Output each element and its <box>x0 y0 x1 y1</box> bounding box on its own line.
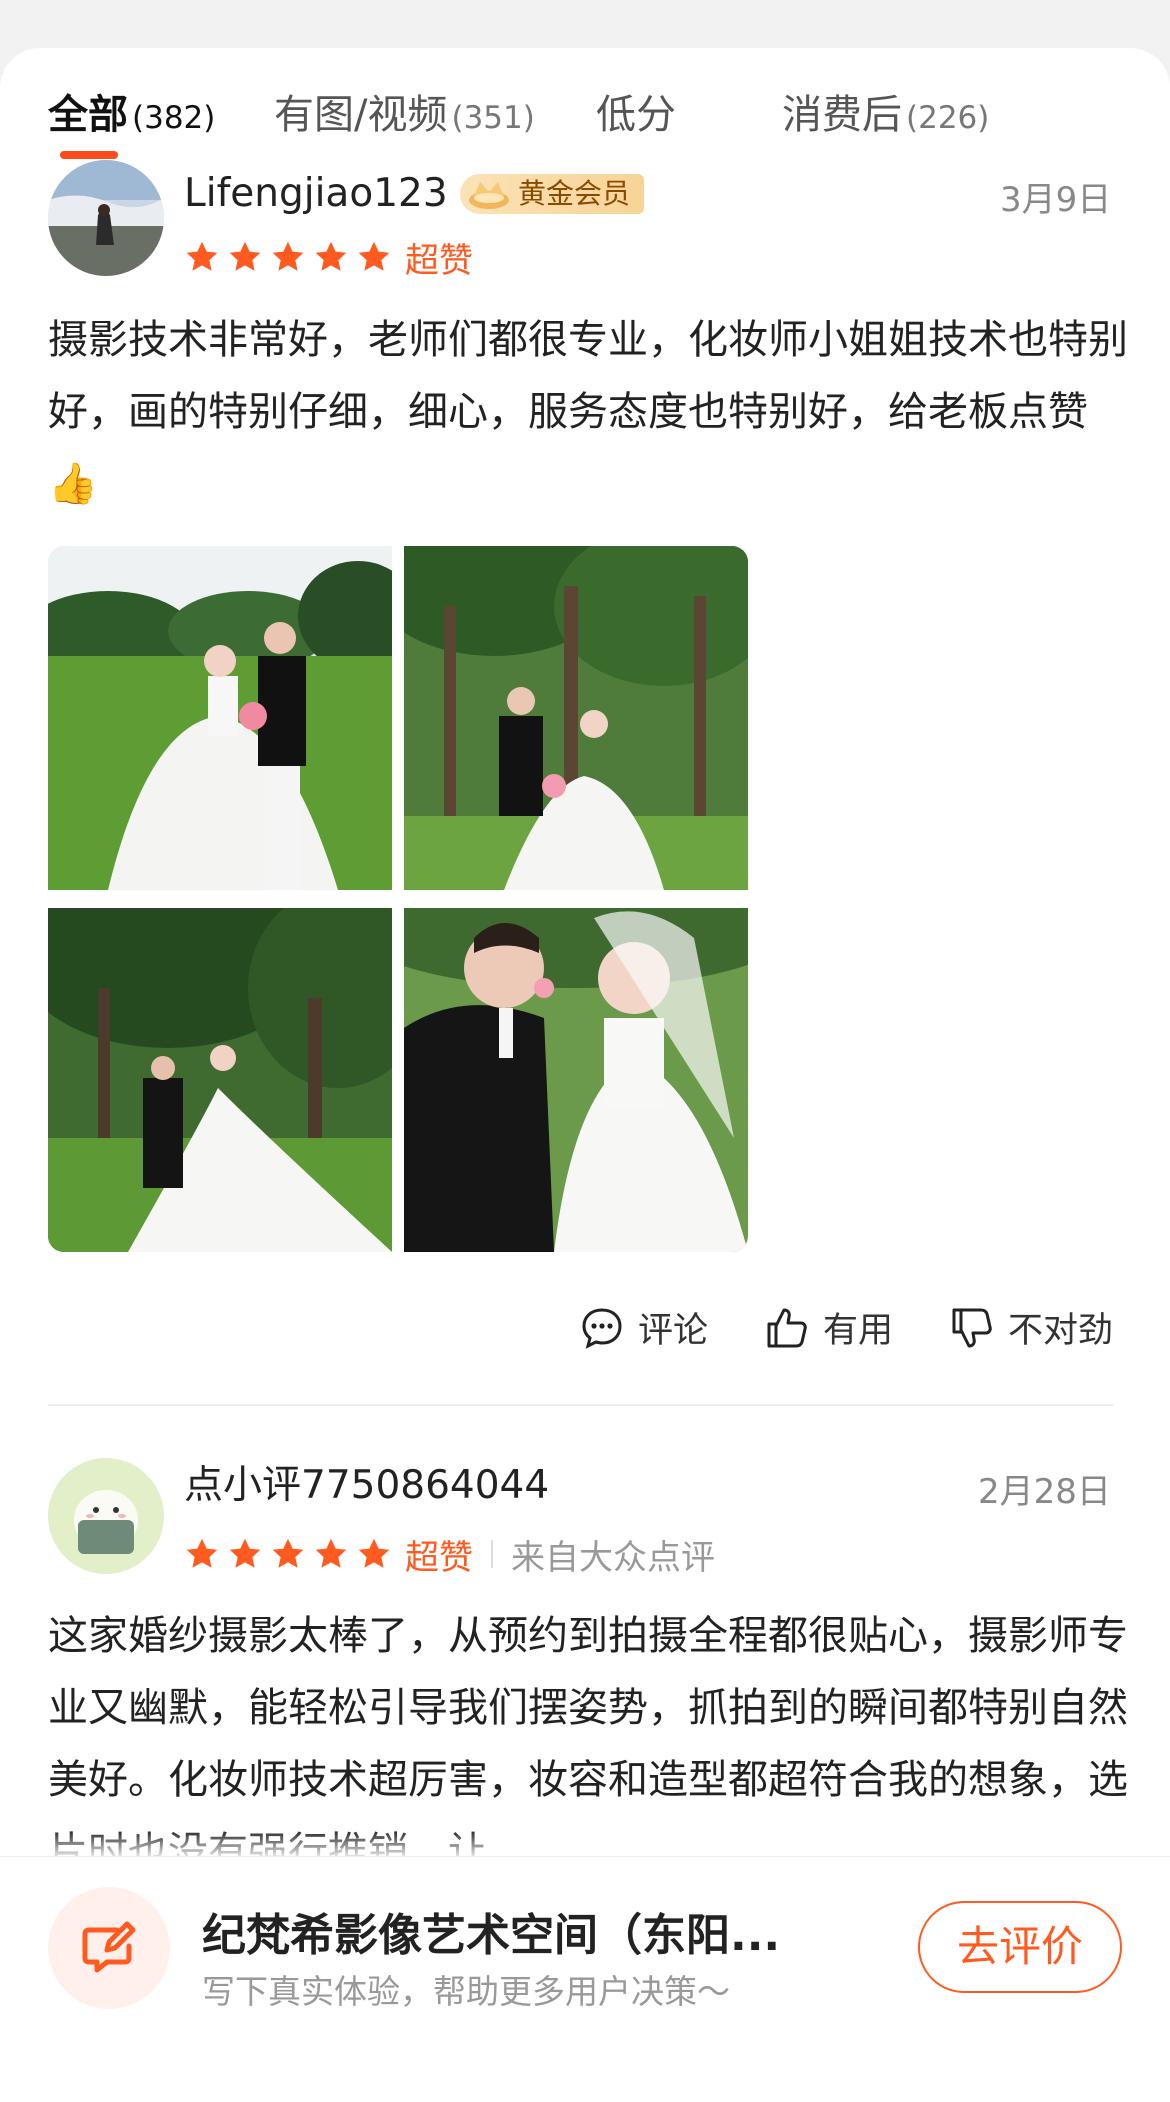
review-date: 2月28日 <box>978 1472 1111 1512</box>
tab-all-label: 全部 <box>48 92 128 138</box>
review-actions: 评论 有用 不对劲 <box>0 1302 1170 1358</box>
tab-after-purchase-count: (226) <box>906 100 990 136</box>
tab-after-purchase-label: 消费后 <box>782 92 902 138</box>
tab-all-count: (382) <box>132 100 216 136</box>
crown-icon <box>469 182 509 209</box>
member-badge: 黄金会员 <box>460 174 645 214</box>
tab-with-media[interactable]: 有图/视频 (351) <box>274 90 535 143</box>
review-date: 3月9日 <box>1000 180 1112 220</box>
wrong-button[interactable]: 不对劲 <box>948 1302 1113 1353</box>
review-text: 这家婚纱摄影太棒了，从预约到拍摄全程都很贴心，摄影师专业又幽默，能轻松引导我们摆… <box>48 1613 1128 1856</box>
useful-label: 有用 <box>823 1311 894 1351</box>
review-photo[interactable] <box>404 546 748 890</box>
review-prompt: 写下真实体验，帮助更多用户决策～ <box>202 1972 730 2011</box>
star-icon <box>272 1538 304 1568</box>
avatar[interactable] <box>48 1458 164 1574</box>
star-icon <box>358 241 390 271</box>
star-icon <box>272 241 304 271</box>
wrong-label: 不对劲 <box>1008 1311 1114 1351</box>
review-photo[interactable] <box>404 908 748 1252</box>
comment-icon <box>582 1307 622 1349</box>
star-icon <box>186 241 218 271</box>
review-photo-grid <box>48 546 748 1256</box>
rating-label: 超赞 <box>405 1537 473 1578</box>
username[interactable]: Lifengjiao123 <box>184 170 448 218</box>
review-divider <box>48 1404 1113 1406</box>
star-icon <box>186 1538 218 1568</box>
source-divider <box>491 1540 493 1568</box>
useful-button[interactable]: 有用 <box>763 1302 893 1353</box>
star-icon <box>315 1538 347 1568</box>
thumbs-down-icon <box>952 1308 992 1347</box>
avatar[interactable] <box>48 160 164 276</box>
review-body[interactable]: 这家婚纱摄影太棒了，从预约到拍摄全程都很贴心，摄影师专业又幽默，能轻松引导我们摆… <box>48 1600 1128 1856</box>
edit-review-icon[interactable] <box>48 1887 170 2009</box>
review-body[interactable]: 摄影技术非常好，老师们都很专业，化妆师小姐姐技术也特别好，画的特别仔细，细心，服… <box>48 304 1128 520</box>
write-review-button[interactable]: 去评价 <box>918 1901 1122 1993</box>
star-rating: 超赞 来自大众点评 <box>184 1534 715 1578</box>
shop-name: 纪梵希影像艺术空间（东阳... <box>202 1910 781 1961</box>
review-photo[interactable] <box>48 546 392 890</box>
review-source: 来自大众点评 <box>511 1537 715 1578</box>
write-review-bar: 纪梵希影像艺术空间（东阳... 写下真实体验，帮助更多用户决策～ 去评价 <box>0 1856 1170 2102</box>
star-icon <box>358 1538 390 1568</box>
tab-low-score-label: 低分 <box>596 92 676 138</box>
tab-with-media-count: (351) <box>451 100 535 136</box>
review-photo[interactable] <box>48 908 392 1252</box>
thumbs-up-icon <box>767 1308 807 1347</box>
star-icon <box>315 241 347 271</box>
thumbs-up-emoji: 👍 <box>48 461 98 507</box>
tab-all[interactable]: 全部 (382) <box>48 90 215 143</box>
review-text: 摄影技术非常好，老师们都很专业，化妆师小姐姐技术也特别好，画的特别仔细，细心，服… <box>48 317 1128 435</box>
member-badge-label: 黄金会员 <box>518 177 631 210</box>
active-tab-indicator <box>60 151 118 159</box>
review-tabs: 全部 (382) 有图/视频 (351) 低分 消费后 (226) <box>0 48 1170 159</box>
username[interactable]: 点小评7750864044 <box>184 1462 549 1510</box>
tab-with-media-label: 有图/视频 <box>274 92 448 138</box>
star-rating: 超赞 <box>184 237 473 281</box>
star-icon <box>229 1538 261 1568</box>
star-icon <box>229 241 261 271</box>
comment-button[interactable]: 评论 <box>578 1302 708 1353</box>
tab-after-purchase[interactable]: 消费后 (226) <box>782 90 989 143</box>
comment-label: 评论 <box>638 1311 709 1351</box>
tab-low-score[interactable]: 低分 <box>596 90 676 140</box>
rating-label: 超赞 <box>405 240 473 281</box>
